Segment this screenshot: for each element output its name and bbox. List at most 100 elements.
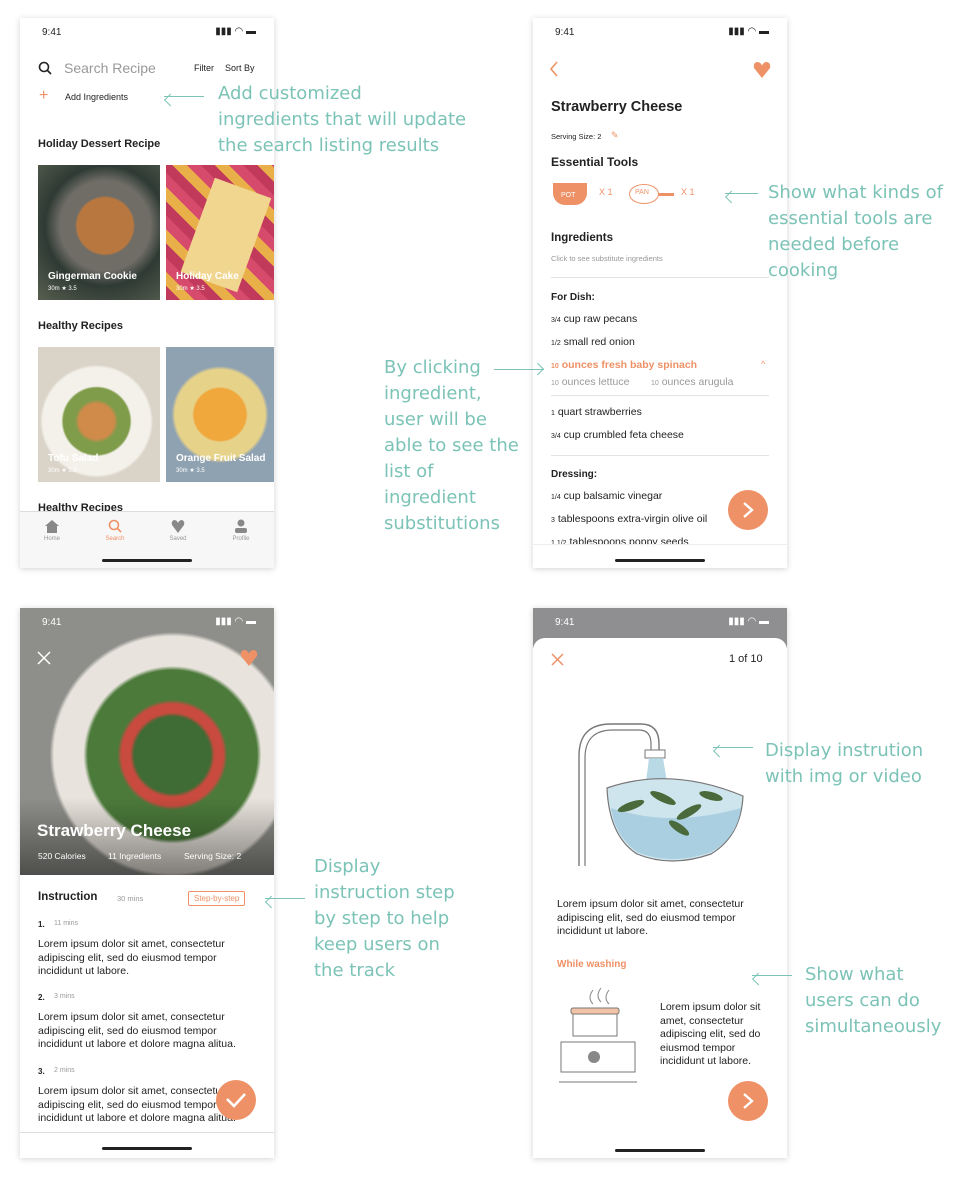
heart-icon[interactable] bbox=[753, 62, 771, 78]
ingredient-quantity: 1 bbox=[551, 410, 555, 417]
ingredient-name: ounces arugula bbox=[661, 376, 734, 388]
status-bar: 9:41 ▮▮▮ ◠ ▬ bbox=[533, 608, 787, 634]
status-time: 9:41 bbox=[42, 27, 62, 38]
ingredient-quantity: 10 bbox=[551, 380, 559, 387]
status-time: 9:41 bbox=[555, 617, 575, 628]
ingredient-name: small red onion bbox=[563, 336, 635, 348]
step-pager: 1 of 10 bbox=[729, 653, 763, 665]
ingredient-item[interactable]: 3/4 cup crumbled feta cheese bbox=[551, 429, 684, 441]
status-bar: 9:41 ▮▮▮ ◠ ▬ bbox=[20, 18, 274, 44]
annotation-text: Display instruction step by step to help… bbox=[314, 856, 455, 981]
tab-search[interactable]: Search bbox=[95, 536, 135, 542]
chevron-right-icon bbox=[743, 502, 754, 518]
signal-wifi-battery-icon: ▮▮▮ ◠ ▬ bbox=[728, 26, 769, 37]
recipe-title: Strawberry Cheese bbox=[551, 99, 683, 115]
tab-profile[interactable]: Profile bbox=[221, 536, 261, 542]
ingredient-quantity: 3/4 bbox=[551, 317, 561, 324]
calories: 520 Calories bbox=[38, 851, 86, 861]
ingredient-item[interactable]: 3 tablespoons extra-virgin olive oil bbox=[551, 513, 707, 525]
ingredient-name: quart strawberries bbox=[557, 406, 642, 418]
washing-illustration bbox=[578, 723, 744, 866]
step-text: Lorem ipsum dolor sit amet, consectetur … bbox=[38, 1011, 236, 1050]
essential-tools-heading: Essential Tools bbox=[551, 155, 639, 169]
recipe-card-meta: 30m ★ 3.5 bbox=[176, 468, 205, 474]
signal-wifi-battery-icon: ▮▮▮ ◠ ▬ bbox=[728, 616, 769, 627]
section-title: Healthy Recipes bbox=[38, 320, 123, 332]
search-input[interactable]: Search Recipe bbox=[64, 60, 156, 76]
annotation-text: Add customized ingredients that will upd… bbox=[218, 83, 467, 156]
next-button[interactable] bbox=[728, 1081, 768, 1121]
ingredient-quantity: 1/2 bbox=[551, 340, 561, 347]
ingredient-quantity: 1/4 bbox=[551, 494, 561, 501]
status-time: 9:41 bbox=[42, 617, 62, 628]
tab-saved[interactable]: Saved bbox=[158, 536, 198, 542]
bottom-bar bbox=[20, 1132, 274, 1158]
ingredient-name: cup balsamic vinegar bbox=[563, 490, 663, 502]
recipe-overview-screen: 9:41 ▮▮▮ ◠ ▬ Strawberry Cheese 520 Calor… bbox=[20, 608, 274, 1158]
heart-icon[interactable] bbox=[240, 650, 258, 666]
heart-icon[interactable] bbox=[171, 520, 185, 533]
sort-button[interactable]: Sort By bbox=[225, 63, 255, 73]
recipe-detail-screen: 9:41 ▮▮▮ ◠ ▬ Strawberry Cheese Serving S… bbox=[533, 18, 787, 568]
done-button[interactable] bbox=[216, 1080, 256, 1120]
status-time: 9:41 bbox=[555, 27, 575, 38]
pan-label: PAN bbox=[635, 189, 649, 196]
ingredients-heading: Ingredients bbox=[551, 232, 613, 244]
status-bar: 9:41 ▮▮▮ ◠ ▬ bbox=[20, 608, 274, 634]
ingredient-item[interactable]: 1/2 small red onion bbox=[551, 336, 635, 348]
next-button[interactable] bbox=[728, 490, 768, 530]
substitute-item[interactable]: 10 ounces arugula bbox=[651, 376, 734, 388]
back-arrow-icon[interactable] bbox=[549, 61, 559, 77]
ingredient-name: cup raw pecans bbox=[563, 313, 638, 325]
recipe-card-meta: 30m ★ 3.5 bbox=[176, 286, 205, 292]
recipe-card-meta: 30m ★ 3.5 bbox=[48, 468, 77, 474]
ingredient-item[interactable]: 1/4 cup balsamic vinegar bbox=[551, 490, 662, 502]
ingredient-item[interactable]: 3/4 cup raw pecans bbox=[551, 313, 637, 325]
serving-size: Serving Size: 2 bbox=[184, 851, 242, 861]
close-icon[interactable] bbox=[37, 651, 51, 665]
recipe-card-title: Orange Fruit Salad bbox=[176, 453, 266, 464]
recipe-card-meta: 30m ★ 3.5 bbox=[48, 286, 77, 292]
step-number: 2. bbox=[38, 993, 45, 1002]
tab-home[interactable]: Home bbox=[32, 536, 72, 542]
home-icon[interactable] bbox=[45, 520, 59, 533]
recipe-title: Strawberry Cheese bbox=[37, 821, 192, 840]
recipe-card-holiday-cake[interactable]: Holiday Cake 30m ★ 3.5 bbox=[166, 165, 274, 300]
search-icon[interactable] bbox=[38, 61, 52, 75]
recipe-card-title: Holiday Cake bbox=[176, 271, 239, 282]
annotation-text: By clicking ingredient, user will be abl… bbox=[384, 357, 519, 534]
search-icon[interactable] bbox=[108, 519, 122, 533]
chevron-right-icon bbox=[743, 1093, 754, 1109]
step-time: 3 mins bbox=[54, 993, 75, 1000]
ingredient-item-expanded[interactable]: 10 ounces fresh baby spinach bbox=[551, 359, 697, 371]
filter-button[interactable]: Filter bbox=[194, 63, 214, 73]
step-by-step-button[interactable]: Step-by-step bbox=[188, 891, 246, 906]
annotation-text: Show what kinds of essential tools are n… bbox=[768, 182, 943, 281]
ingredient-name: tablespoons extra-virgin olive oil bbox=[557, 513, 708, 525]
recipe-card-tofu-salad[interactable]: Tofu Salad 30m ★ 3.5 bbox=[38, 347, 160, 482]
profile-icon[interactable] bbox=[234, 519, 248, 533]
stove-illustration bbox=[559, 987, 637, 1083]
plus-icon[interactable]: + bbox=[39, 87, 48, 105]
step-time: 11 mins bbox=[54, 920, 78, 927]
step-text: Lorem ipsum dolor sit amet, consectetur … bbox=[38, 938, 225, 977]
recipe-card-gingerman[interactable]: Gingerman Cookie 30m ★ 3.5 bbox=[38, 165, 160, 300]
substitute-item[interactable]: 10 ounces lettuce bbox=[551, 376, 629, 388]
ingredient-count: 11 Ingredients bbox=[108, 851, 162, 861]
step-detail-screen: 9:41 ▮▮▮ ◠ ▬ 1 of 10 Lorem ipsum dolor s… bbox=[533, 608, 787, 1158]
dressing-heading: Dressing: bbox=[551, 469, 598, 480]
recipe-card-title: Gingerman Cookie bbox=[48, 271, 137, 282]
chevron-up-icon[interactable]: ^ bbox=[761, 359, 765, 369]
for-dish-heading: For Dish: bbox=[551, 292, 595, 303]
add-ingredients-button[interactable]: Add Ingredients bbox=[65, 92, 128, 102]
signal-wifi-battery-icon: ▮▮▮ ◠ ▬ bbox=[215, 616, 256, 627]
instruction-time: 30 mins bbox=[117, 894, 144, 903]
pot-label: POT bbox=[561, 192, 576, 199]
ingredient-item[interactable]: 1 quart strawberries bbox=[551, 406, 642, 418]
edit-icon[interactable]: ✎ bbox=[611, 130, 619, 141]
close-icon[interactable] bbox=[551, 653, 564, 666]
ingredient-quantity: 10 bbox=[551, 363, 559, 370]
divider bbox=[551, 455, 769, 456]
serving-size: Serving Size: 2 bbox=[551, 132, 602, 141]
recipe-card-orange-salad[interactable]: Orange Fruit Salad 30m ★ 3.5 bbox=[166, 347, 274, 482]
